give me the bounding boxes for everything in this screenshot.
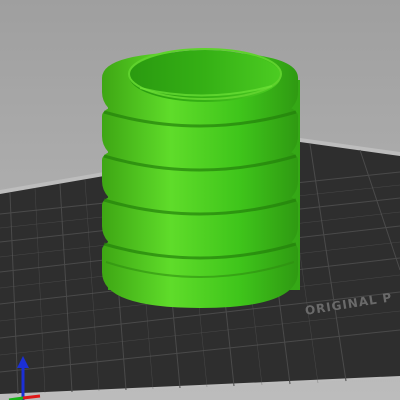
model-top-opening xyxy=(129,50,281,102)
3d-viewport[interactable]: ORIGINAL P xyxy=(0,0,400,400)
x-axis-arrow xyxy=(22,394,41,400)
scene-canvas[interactable] xyxy=(0,0,400,400)
model-object[interactable] xyxy=(102,48,300,308)
